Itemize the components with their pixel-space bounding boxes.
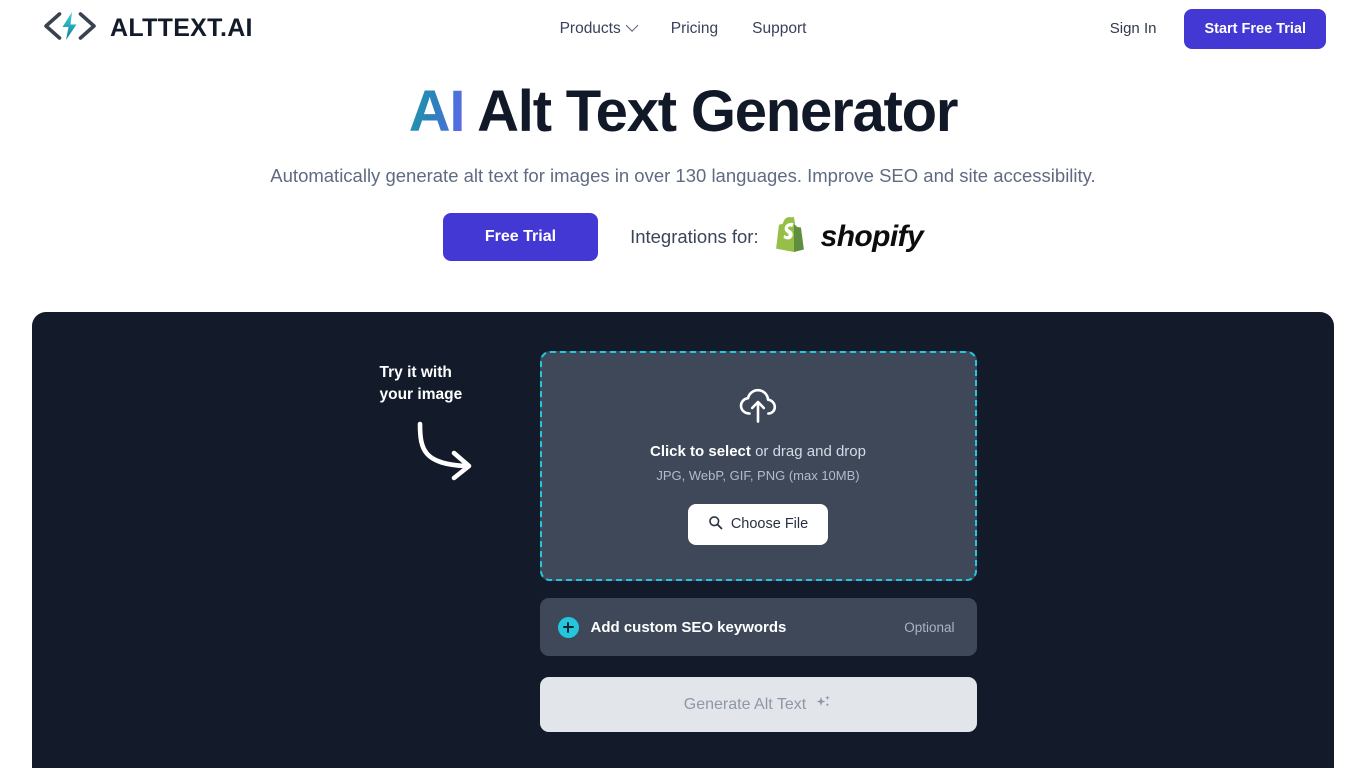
hero-cta-row: Free Trial Integrations for: shopify — [0, 212, 1366, 261]
nav-item-support-label: Support — [752, 19, 807, 37]
choose-file-label: Choose File — [730, 516, 809, 532]
page-title: AI Alt Text Generator — [0, 79, 1366, 145]
plus-circle-icon — [557, 616, 579, 638]
shopify-bag-icon — [773, 215, 807, 258]
page-title-accent: AI — [408, 79, 466, 144]
generate-alt-text-label: Generate Alt Text — [683, 695, 807, 713]
keywords-optional-badge: Optional — [904, 619, 955, 635]
nav-item-pricing[interactable]: Pricing — [671, 20, 718, 38]
nav-item-products[interactable]: Products — [559, 19, 639, 38]
add-seo-keywords-label: Add custom SEO keywords — [590, 618, 787, 636]
page-title-rest: Alt Text Generator — [477, 79, 958, 144]
nav-item-support[interactable]: Support — [752, 20, 806, 38]
hero-section: AI Alt Text Generator Automatically gene… — [0, 57, 1366, 261]
code-brackets-lightning-logo-icon — [42, 10, 98, 47]
dropzone-formats: JPG, WebP, GIF, PNG (max 10MB) — [656, 467, 860, 483]
try-it-callout: Try it with your image — [380, 351, 540, 732]
integrations-label: Integrations for: — [630, 225, 759, 247]
start-free-trial-button[interactable]: Start Free Trial — [1184, 8, 1326, 49]
dropzone-title-rest: or drag and drop — [750, 442, 866, 460]
generate-alt-text-button[interactable]: Generate Alt Text — [539, 677, 977, 732]
try-it-line-2: your image — [379, 386, 463, 403]
brand-name: ALTTEXT.AI — [110, 14, 253, 42]
sign-in-link[interactable]: Sign In — [1110, 20, 1157, 37]
file-dropzone[interactable]: Click to select or drag and drop JPG, We… — [539, 351, 977, 581]
integrations-group: Integrations for: shopify — [630, 215, 924, 258]
chevron-down-icon — [625, 19, 639, 32]
sparkles-icon — [815, 694, 832, 716]
curved-arrow-right-icon — [414, 420, 522, 487]
add-seo-keywords-row[interactable]: Add custom SEO keywords Optional — [539, 598, 977, 656]
nav-item-products-label: Products — [559, 19, 621, 37]
main-nav: Products Pricing Support — [559, 19, 806, 38]
header-actions: Sign In Start Free Trial — [1110, 8, 1326, 49]
try-it-line-1: Try it with — [379, 364, 452, 381]
shopify-wordmark: shopify — [820, 219, 924, 253]
choose-file-button[interactable]: Choose File — [687, 503, 829, 545]
upload-column: Click to select or drag and drop JPG, We… — [539, 351, 977, 732]
free-trial-button[interactable]: Free Trial — [442, 212, 599, 261]
dropzone-title: Click to select or drag and drop — [650, 443, 866, 460]
cloud-upload-icon — [738, 388, 778, 429]
try-it-panel: Try it with your image Click to select o… — [32, 312, 1334, 768]
brand-logo[interactable]: ALTTEXT.AI — [42, 10, 253, 47]
site-header: ALTTEXT.AI Products Pricing Support Sign… — [0, 0, 1366, 57]
nav-item-pricing-label: Pricing — [670, 19, 719, 37]
dropzone-title-bold: Click to select — [650, 442, 751, 460]
search-icon — [708, 515, 723, 534]
hero-subtitle: Automatically generate alt text for imag… — [270, 164, 1096, 186]
